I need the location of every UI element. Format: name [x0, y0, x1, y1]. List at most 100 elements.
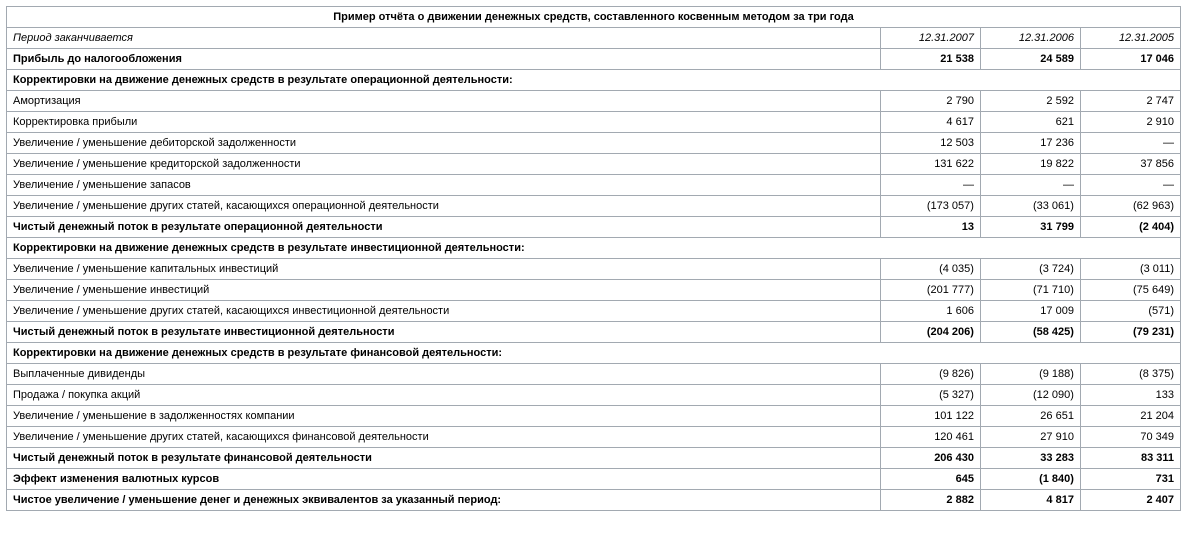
row-label-15: Выплаченные дивиденды: [7, 364, 881, 385]
row-19-val-1: 33 283: [980, 448, 1080, 469]
row-label-5: Увеличение / уменьшение кредиторской зад…: [7, 154, 881, 175]
row-label-17: Увеличение / уменьшение в задолженностях…: [7, 406, 881, 427]
table-row: Амортизация2 7902 5922 747: [7, 91, 1181, 112]
row-17-val-0: 101 122: [880, 406, 980, 427]
row-label-7: Увеличение / уменьшение других статей, к…: [7, 196, 881, 217]
row-label-2: Амортизация: [7, 91, 881, 112]
table-row: Чистый денежный поток в результате инвес…: [7, 322, 1181, 343]
row-5-val-1: 19 822: [980, 154, 1080, 175]
row-16-val-0: (5 327): [880, 385, 980, 406]
row-label-8: Чистый денежный поток в результате опера…: [7, 217, 881, 238]
row-19-val-2: 83 311: [1080, 448, 1180, 469]
row-15-val-2: (8 375): [1080, 364, 1180, 385]
row-15-val-1: (9 188): [980, 364, 1080, 385]
row-16-val-1: (12 090): [980, 385, 1080, 406]
cash-flow-table: Пример отчёта о движении денежных средст…: [6, 6, 1181, 511]
row-8-val-1: 31 799: [980, 217, 1080, 238]
row-5-val-2: 37 856: [1080, 154, 1180, 175]
row-17-val-2: 21 204: [1080, 406, 1180, 427]
table-row: Эффект изменения валютных курсов645(1 84…: [7, 469, 1181, 490]
row-label-10: Увеличение / уменьшение капитальных инве…: [7, 259, 881, 280]
row-6-val-0: —: [880, 175, 980, 196]
row-11-val-2: (75 649): [1080, 280, 1180, 301]
row-label-9: Корректировки на движение денежных средс…: [7, 238, 1181, 259]
table-row: Прибыль до налогообложения21 53824 58917…: [7, 49, 1181, 70]
row-17-val-1: 26 651: [980, 406, 1080, 427]
table-row: Увеличение / уменьшение кредиторской зад…: [7, 154, 1181, 175]
row-18-val-2: 70 349: [1080, 427, 1180, 448]
table-title: Пример отчёта о движении денежных средст…: [7, 7, 1181, 28]
row-8-val-2: (2 404): [1080, 217, 1180, 238]
row-12-val-2: (571): [1080, 301, 1180, 322]
row-20-val-1: (1 840): [980, 469, 1080, 490]
row-16-val-2: 133: [1080, 385, 1180, 406]
row-4-val-1: 17 236: [980, 133, 1080, 154]
table-row: Корректировки на движение денежных средс…: [7, 343, 1181, 364]
row-13-val-0: (204 206): [880, 322, 980, 343]
row-21-val-2: 2 407: [1080, 490, 1180, 511]
row-label-21: Чистое увеличение / уменьшение денег и д…: [7, 490, 881, 511]
period-col-1: 12.31.2006: [980, 28, 1080, 49]
row-2-val-2: 2 747: [1080, 91, 1180, 112]
row-0-val-1: 24 589: [980, 49, 1080, 70]
row-18-val-1: 27 910: [980, 427, 1080, 448]
row-5-val-0: 131 622: [880, 154, 980, 175]
row-10-val-2: (3 011): [1080, 259, 1180, 280]
row-label-13: Чистый денежный поток в результате инвес…: [7, 322, 881, 343]
row-12-val-1: 17 009: [980, 301, 1080, 322]
row-21-val-0: 2 882: [880, 490, 980, 511]
row-label-19: Чистый денежный поток в результате финан…: [7, 448, 881, 469]
table-row: Увеличение / уменьшение других статей, к…: [7, 301, 1181, 322]
table-row: Чистый денежный поток в результате опера…: [7, 217, 1181, 238]
row-6-val-2: —: [1080, 175, 1180, 196]
row-20-val-0: 645: [880, 469, 980, 490]
table-row: Продажа / покупка акций(5 327)(12 090)13…: [7, 385, 1181, 406]
row-7-val-0: (173 057): [880, 196, 980, 217]
table-row: Увеличение / уменьшение дебиторской задо…: [7, 133, 1181, 154]
row-3-val-1: 621: [980, 112, 1080, 133]
row-11-val-1: (71 710): [980, 280, 1080, 301]
row-18-val-0: 120 461: [880, 427, 980, 448]
row-label-16: Продажа / покупка акций: [7, 385, 881, 406]
period-col-0: 12.31.2007: [880, 28, 980, 49]
row-label-14: Корректировки на движение денежных средс…: [7, 343, 1181, 364]
table-row: Увеличение / уменьшение в задолженностях…: [7, 406, 1181, 427]
row-4-val-0: 12 503: [880, 133, 980, 154]
row-13-val-2: (79 231): [1080, 322, 1180, 343]
period-col-2: 12.31.2005: [1080, 28, 1180, 49]
row-4-val-2: —: [1080, 133, 1180, 154]
row-12-val-0: 1 606: [880, 301, 980, 322]
row-label-0: Прибыль до налогообложения: [7, 49, 881, 70]
row-label-1: Корректировки на движение денежных средс…: [7, 70, 1181, 91]
row-8-val-0: 13: [880, 217, 980, 238]
table-row: Корректировка прибыли4 6176212 910: [7, 112, 1181, 133]
row-15-val-0: (9 826): [880, 364, 980, 385]
table-row: Увеличение / уменьшение других статей, к…: [7, 427, 1181, 448]
row-3-val-0: 4 617: [880, 112, 980, 133]
table-row: Увеличение / уменьшение инвестиций(201 7…: [7, 280, 1181, 301]
table-row: Увеличение / уменьшение запасов———: [7, 175, 1181, 196]
row-3-val-2: 2 910: [1080, 112, 1180, 133]
period-label: Период заканчивается: [7, 28, 881, 49]
row-0-val-0: 21 538: [880, 49, 980, 70]
table-row: Чистое увеличение / уменьшение денег и д…: [7, 490, 1181, 511]
row-7-val-1: (33 061): [980, 196, 1080, 217]
row-label-4: Увеличение / уменьшение дебиторской задо…: [7, 133, 881, 154]
row-label-3: Корректировка прибыли: [7, 112, 881, 133]
row-label-11: Увеличение / уменьшение инвестиций: [7, 280, 881, 301]
table-row: Корректировки на движение денежных средс…: [7, 70, 1181, 91]
row-7-val-2: (62 963): [1080, 196, 1180, 217]
row-6-val-1: —: [980, 175, 1080, 196]
row-20-val-2: 731: [1080, 469, 1180, 490]
table-row: Чистый денежный поток в результате финан…: [7, 448, 1181, 469]
row-11-val-0: (201 777): [880, 280, 980, 301]
table-row: Корректировки на движение денежных средс…: [7, 238, 1181, 259]
row-label-18: Увеличение / уменьшение других статей, к…: [7, 427, 881, 448]
row-2-val-0: 2 790: [880, 91, 980, 112]
row-21-val-1: 4 817: [980, 490, 1080, 511]
row-13-val-1: (58 425): [980, 322, 1080, 343]
table-row: Увеличение / уменьшение других статей, к…: [7, 196, 1181, 217]
row-10-val-1: (3 724): [980, 259, 1080, 280]
row-label-20: Эффект изменения валютных курсов: [7, 469, 881, 490]
row-10-val-0: (4 035): [880, 259, 980, 280]
